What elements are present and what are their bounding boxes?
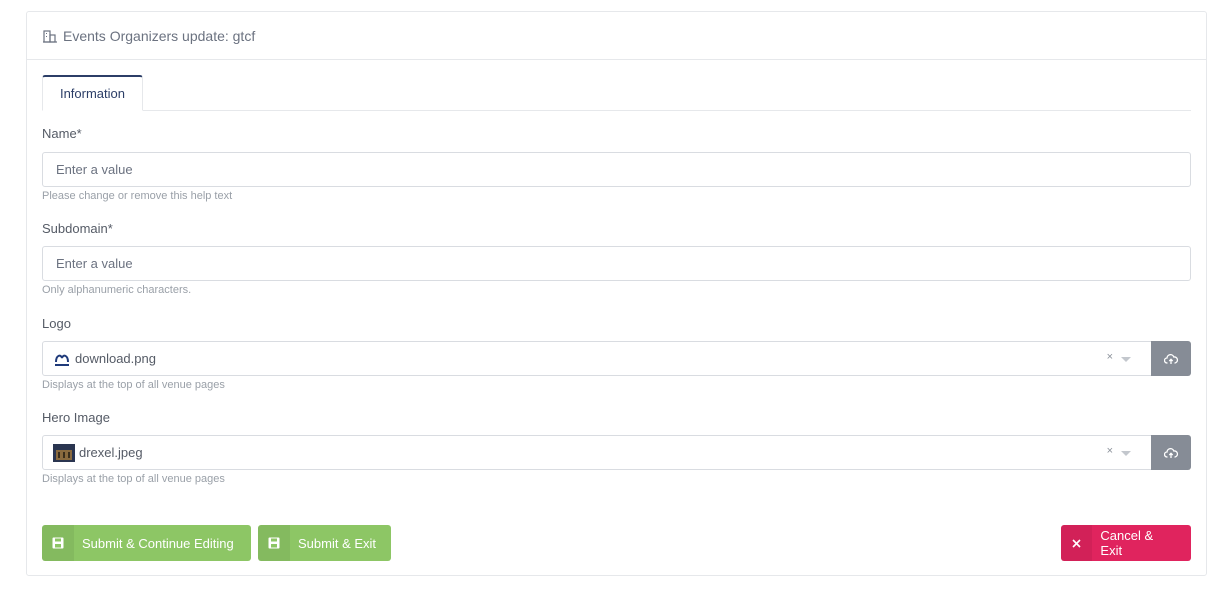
save-icon <box>42 525 74 561</box>
hero-image-label: Hero Image <box>42 410 110 425</box>
submit-continue-button[interactable]: Submit & Continue Editing <box>42 525 251 561</box>
submit-exit-button[interactable]: Submit & Exit <box>258 525 391 561</box>
logo-help-text: Displays at the top of all venue pages <box>42 379 225 391</box>
close-icon <box>1061 525 1093 561</box>
hero-image-upload-button[interactable] <box>1151 435 1191 470</box>
cancel-exit-label: Cancel & Exit <box>1100 528 1154 558</box>
subdomain-help-text: Only alphanumeric characters. <box>42 284 192 296</box>
logo-thumbnail-icon <box>53 349 71 368</box>
cloud-upload-icon <box>1164 447 1178 458</box>
edit-card: Events Organizers update: gtcf Informati… <box>26 11 1207 576</box>
hero-image-filename: drexel.jpeg <box>79 445 143 460</box>
subdomain-label: Subdomain* <box>42 221 113 236</box>
logo-label: Logo <box>42 316 71 331</box>
cancel-exit-button[interactable]: Cancel & Exit <box>1061 525 1191 561</box>
submit-continue-label: Submit & Continue Editing <box>82 535 234 551</box>
hero-image-clear-icon[interactable]: × <box>1107 445 1113 457</box>
save-icon <box>258 525 290 561</box>
hero-image-select[interactable]: drexel.jpeg × <box>42 435 1152 470</box>
tab-bar: Information <box>42 75 1191 111</box>
tab-information[interactable]: Information <box>42 75 143 111</box>
subdomain-input[interactable] <box>42 246 1191 281</box>
logo-upload-button[interactable] <box>1151 341 1191 376</box>
hero-image-help-text: Displays at the top of all venue pages <box>42 473 225 485</box>
page-title: Events Organizers update: gtcf <box>63 27 256 44</box>
hero-image-chevron-down-icon[interactable] <box>1121 451 1131 456</box>
logo-select[interactable]: download.png × <box>42 341 1152 376</box>
name-input[interactable] <box>42 152 1191 187</box>
submit-exit-label: Submit & Exit <box>298 535 377 551</box>
cloud-upload-icon <box>1164 353 1178 364</box>
logo-filename: download.png <box>75 351 156 366</box>
name-label: Name* <box>42 126 82 141</box>
name-help-text: Please change or remove this help text <box>42 190 233 202</box>
logo-clear-icon[interactable]: × <box>1107 351 1113 363</box>
building-icon <box>43 29 57 43</box>
hero-thumbnail-icon <box>53 443 75 462</box>
logo-chevron-down-icon[interactable] <box>1121 357 1131 362</box>
card-header: Events Organizers update: gtcf <box>27 12 1206 60</box>
